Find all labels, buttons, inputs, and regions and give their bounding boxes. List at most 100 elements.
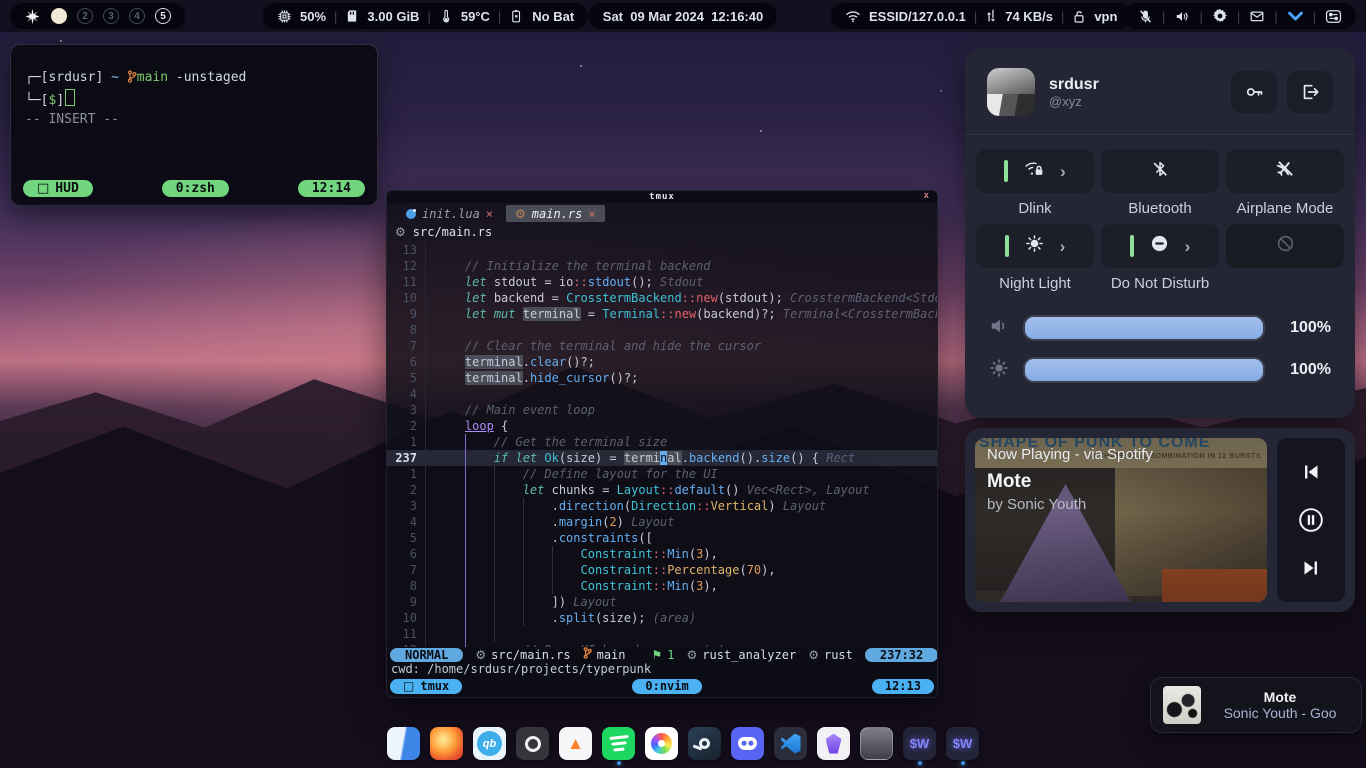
discord-icon: [731, 727, 764, 760]
window-close-button[interactable]: x: [924, 191, 929, 201]
dock-item-obsidian[interactable]: [817, 727, 850, 765]
tab-main-rs[interactable]: ⚙ main.rs ×: [506, 205, 605, 222]
code-line-1: 1 // Get the terminal size: [387, 434, 937, 450]
toggle-label: Airplane Mode: [1237, 200, 1334, 218]
running-indicator: [918, 761, 922, 765]
code-line-11: 11 let stdout = io::stdout(); Stdout: [387, 274, 937, 290]
workspace-3[interactable]: 3: [103, 8, 119, 24]
separator: |: [1313, 9, 1316, 24]
volume-slider-row: 100%: [989, 315, 1331, 341]
terminal-window[interactable]: ┌─[srdusr] ~ main -unstaged └─[$] -- INS…: [10, 44, 378, 206]
dock-item-spotify[interactable]: [602, 727, 635, 765]
brightness-icon: [989, 358, 1009, 383]
album-art[interactable]: SHAPE OF PUNK TO COME A CHIMERICAL BOMBI…: [975, 438, 1267, 602]
next-track-button[interactable]: [1293, 550, 1329, 586]
rust-file-icon: ⚙: [515, 207, 526, 221]
dock-item-firefox[interactable]: [430, 727, 463, 765]
microphone-muted-icon[interactable]: [1138, 9, 1153, 24]
dock-item-files[interactable]: [387, 727, 420, 765]
sw-terminal-2-icon: $W: [946, 727, 979, 760]
code-line-5: 5 terminal.hide_cursor()?;: [387, 370, 937, 386]
speaker-icon: [989, 317, 1009, 340]
dock-item-steam[interactable]: [688, 727, 721, 765]
dock-item-sw-terminal-1[interactable]: $W: [903, 727, 936, 765]
notification-popup[interactable]: Mote Sonic Youth - Goo: [1150, 677, 1362, 733]
volume-slider[interactable]: [1023, 315, 1265, 341]
quick-toggles: › Dlink Bluetooth Airplane Mode: [965, 135, 1355, 293]
code-line-6: 6 Constraint::Min(3),: [387, 546, 937, 562]
dock-item-qbittorrent[interactable]: qb: [473, 727, 506, 765]
brightness-slider-row: 100%: [989, 357, 1331, 383]
battery-missing-icon: [509, 9, 524, 24]
workspace-4[interactable]: 4: [129, 8, 145, 24]
top-bar: 2345 50% | 3.00 GiB | 59°C | No Bat Sat …: [0, 0, 1366, 32]
toggle-bluetooth[interactable]: [1101, 149, 1219, 193]
dock-item-trash[interactable]: [860, 727, 893, 765]
code-line-10: 10 .split(size); (area): [387, 610, 937, 626]
code-line-9: 9 ]) Layout: [387, 594, 937, 610]
workspace-2[interactable]: 2: [77, 8, 93, 24]
dock-item-discord[interactable]: [731, 727, 764, 765]
workspace-5[interactable]: 5: [155, 8, 171, 24]
battery-status: No Bat: [532, 9, 574, 24]
separator: |: [334, 9, 337, 24]
tmux-status-bar: □tmux 0:nvim 12:13: [387, 677, 937, 697]
blocked-icon: [1276, 234, 1295, 258]
volume-icon[interactable]: [1174, 9, 1190, 24]
tab-close-icon[interactable]: ×: [486, 207, 493, 221]
code-line-12: 12 // Initialize the terminal backend: [387, 258, 937, 274]
previous-track-button[interactable]: [1293, 454, 1329, 490]
code-line-9: 9 let mut terminal = Terminal::new(backe…: [387, 306, 937, 322]
separator: |: [427, 9, 430, 24]
chevron-right-icon[interactable]: ›: [1060, 238, 1066, 255]
toggle-label: Dlink: [1018, 200, 1051, 218]
tmux-session-pill[interactable]: □HUD: [23, 180, 93, 197]
tmux-session-pill[interactable]: □tmux: [390, 679, 462, 694]
code-area[interactable]: 1312 // Initialize the terminal backend1…: [387, 240, 937, 647]
logout-button[interactable]: [1287, 71, 1333, 113]
indent-guide: [523, 498, 524, 626]
vi-mode-indicator: -- INSERT --: [25, 111, 363, 129]
control-center: srdusr @xyz › Dlink B: [965, 48, 1355, 418]
tab-close-icon[interactable]: ×: [588, 207, 595, 221]
prompt-line-1: ┌─[srdusr] ~ main -unstaged: [25, 69, 363, 89]
clock[interactable]: Sat 09 Mar 2024 12:16:40: [589, 3, 777, 29]
code-line-4: 4 .margin(2) Layout: [387, 514, 937, 530]
steam-icon: [688, 727, 721, 760]
dock-item-photos[interactable]: [645, 727, 678, 765]
dock-item-vlc[interactable]: ▲: [559, 727, 592, 765]
dock-item-sw-terminal-2[interactable]: $W: [946, 727, 979, 765]
git-branch-icon: [583, 647, 592, 662]
dock-item-obs[interactable]: [516, 727, 549, 765]
chevron-right-icon[interactable]: ›: [1060, 163, 1066, 180]
dock-item-vscode[interactable]: [774, 727, 807, 765]
track-title: Mote: [987, 471, 1031, 493]
vpn-lock-icon: [1072, 9, 1086, 24]
editor-window[interactable]: tmux x init.lua × ⚙ main.rs × ⚙ src/main…: [386, 190, 938, 698]
settings-gear-icon[interactable]: [1212, 8, 1228, 24]
prompt-git-status: -unstaged: [168, 70, 246, 85]
toggle-unavailable[interactable]: [1226, 224, 1344, 268]
vpn-label: vpn: [1094, 9, 1117, 24]
toggle-wifi-dlink[interactable]: ›: [976, 149, 1094, 193]
indent-guide: [552, 546, 553, 594]
chevron-down-icon[interactable]: [1287, 10, 1304, 23]
tab-init-lua[interactable]: init.lua ×: [397, 205, 502, 222]
quick-toggles-icon[interactable]: [1325, 9, 1342, 24]
workspace-1[interactable]: [51, 8, 67, 24]
mail-tray-icon[interactable]: [1249, 9, 1265, 23]
code-line-11: 11: [387, 626, 937, 642]
lock-keys-button[interactable]: [1231, 71, 1277, 113]
pause-button[interactable]: [1293, 502, 1329, 538]
toggle-airplane-mode[interactable]: [1226, 149, 1344, 193]
tmux-window-pill[interactable]: 0:zsh: [162, 180, 229, 197]
toggle-do-not-disturb[interactable]: ›: [1101, 224, 1219, 268]
tmux-window-pill[interactable]: 0:nvim: [632, 679, 701, 694]
memory-usage: 3.00 GiB: [367, 9, 419, 24]
toggle-night-light[interactable]: ›: [976, 224, 1094, 268]
chevron-right-icon[interactable]: ›: [1185, 238, 1191, 255]
brightness-slider[interactable]: [1023, 357, 1265, 383]
code-line-10: 10 let backend = CrosstermBackend::new(s…: [387, 290, 937, 306]
wallpaper-stars: [60, 40, 62, 42]
notification-album-thumbnail: [1163, 686, 1201, 724]
